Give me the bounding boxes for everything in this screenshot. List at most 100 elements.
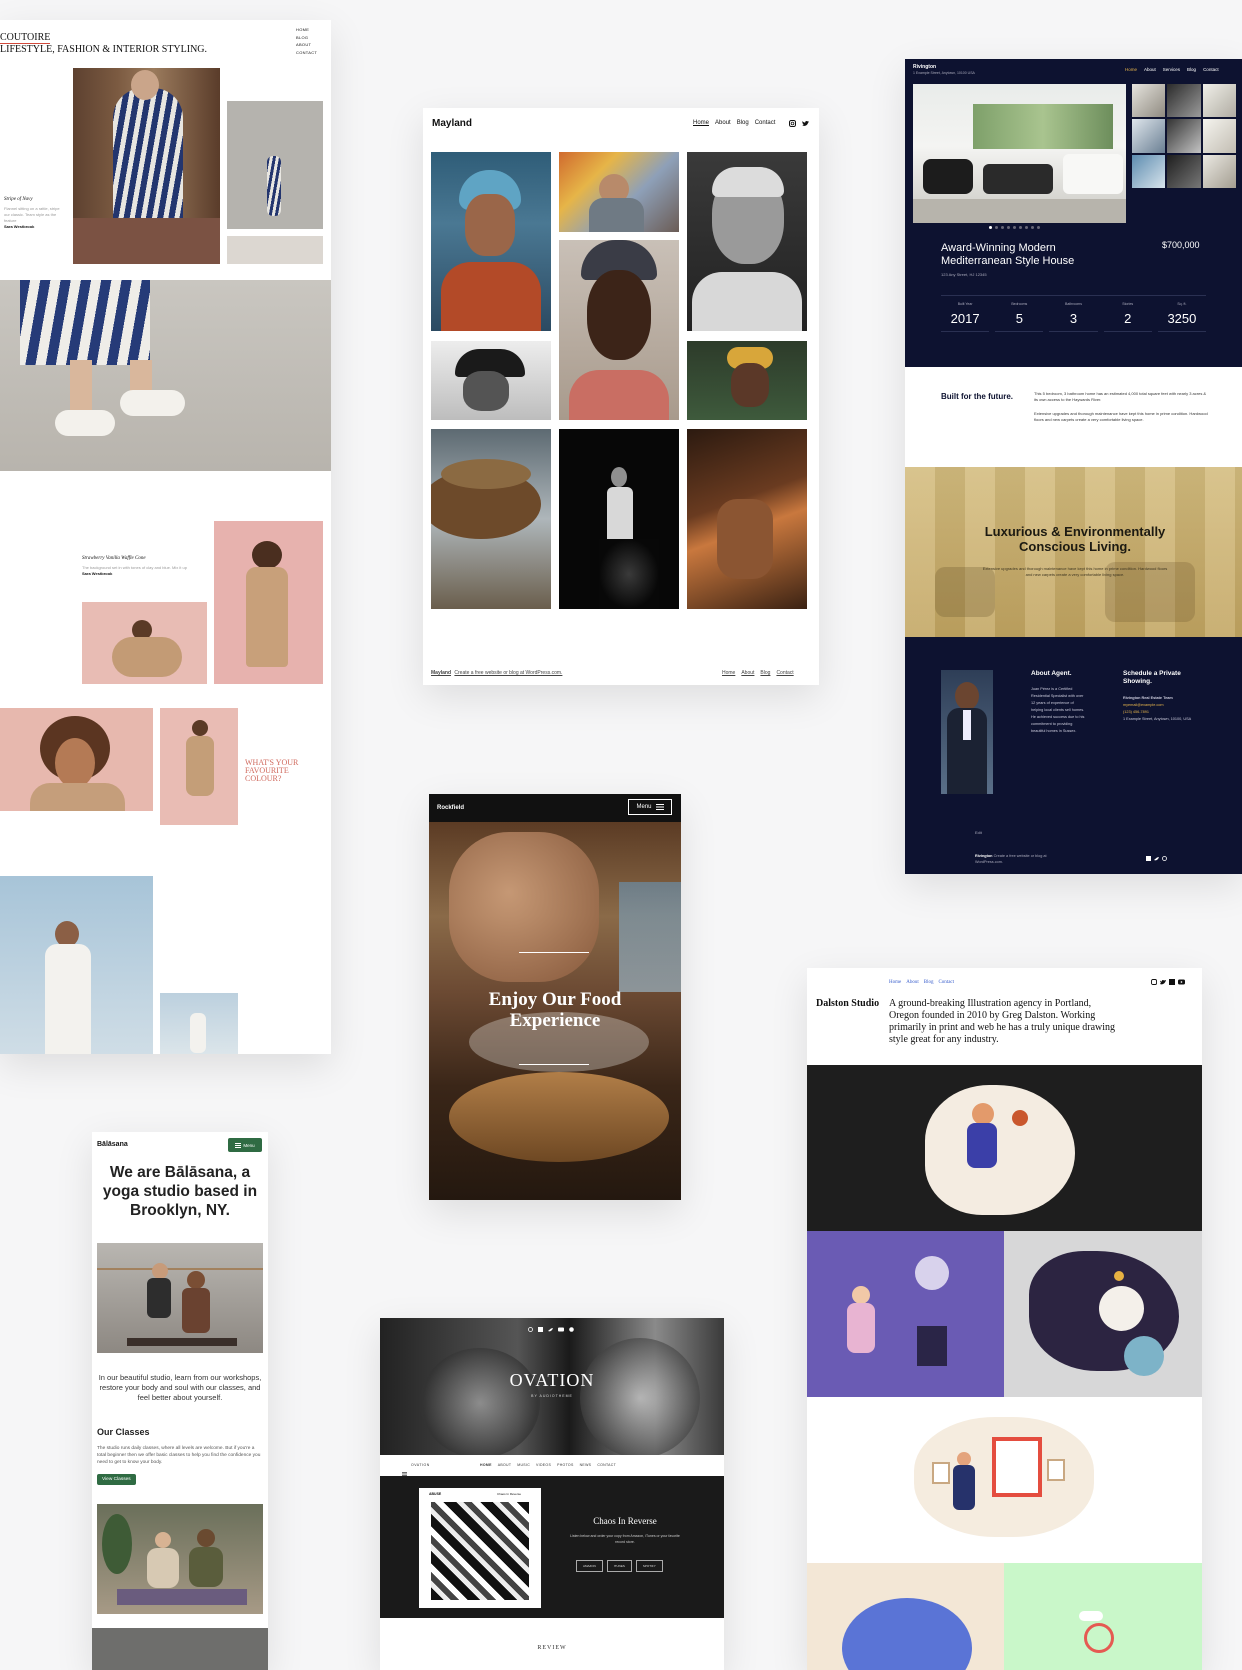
- ovation-nav-contact[interactable]: CONTACT: [597, 1463, 616, 1467]
- rivington-thumb[interactable]: [1202, 84, 1236, 118]
- dalston-nav-home[interactable]: Home: [889, 980, 901, 985]
- mayland-nav-blog[interactable]: Blog: [737, 120, 749, 126]
- facebook-icon[interactable]: [538, 1327, 543, 1332]
- balasana-photo-partner-yoga[interactable]: [97, 1243, 263, 1353]
- rivington-footer-brand[interactable]: Rivington: [975, 854, 993, 858]
- ovation-title[interactable]: OVATION: [380, 1370, 724, 1391]
- coutoire-photo-woman-steps[interactable]: [73, 68, 220, 264]
- ovation-album-cover[interactable]: ABUSE Chaos In Reverse: [419, 1488, 541, 1608]
- coutoire-nav-contact[interactable]: CONTACT: [296, 49, 317, 57]
- mayland-footer-brand[interactable]: Mayland: [431, 670, 451, 676]
- rivington-nav-about[interactable]: About: [1144, 67, 1156, 72]
- spotify-button[interactable]: SPOTIFY: [635, 1560, 663, 1572]
- twitter-icon[interactable]: [548, 1327, 553, 1332]
- schedule-email[interactable]: myemail@example.com: [1123, 702, 1198, 709]
- rivington-nav-home[interactable]: Home: [1125, 67, 1137, 72]
- coutoire-photo-pink-dress[interactable]: [214, 521, 323, 684]
- mayland-photo-young-man-cap[interactable]: [559, 240, 679, 420]
- rockfield-menu-button[interactable]: Menu: [628, 799, 672, 815]
- rivington-thumb[interactable]: [1202, 119, 1236, 153]
- agent-photo[interactable]: [941, 670, 993, 794]
- mayland-photo-painter[interactable]: [559, 152, 679, 232]
- balasana-photo-bottom[interactable]: [92, 1628, 268, 1670]
- coutoire-photo-man-sky[interactable]: [0, 876, 153, 1054]
- coutoire-title[interactable]: COUTOIRE LIFESTYLE, FASHION & INTERIOR S…: [0, 32, 207, 55]
- ovation-nav-about[interactable]: ABOUT: [498, 1463, 512, 1467]
- mayland-footer-blog[interactable]: Blog: [760, 670, 770, 676]
- mayland-photo-old-man-bw[interactable]: [687, 152, 807, 331]
- ovation-nav-music[interactable]: MUSIC: [517, 1463, 530, 1467]
- itunes-button[interactable]: ITUNES: [606, 1560, 632, 1572]
- mayland-footer-link[interactable]: Create a free website or blog at WordPre…: [454, 670, 562, 676]
- rivington-thumb[interactable]: [1132, 154, 1166, 188]
- mayland-footer-home[interactable]: Home: [722, 670, 735, 676]
- dalston-illustration-basketball[interactable]: [807, 1065, 1202, 1231]
- spotify-icon[interactable]: [569, 1327, 574, 1332]
- coutoire-photo-man-small[interactable]: [160, 993, 238, 1054]
- rivington-brand[interactable]: Rivington: [913, 64, 936, 70]
- rivington-nav-contact[interactable]: Contact: [1203, 67, 1219, 72]
- balasana-menu-button[interactable]: Menu: [228, 1138, 262, 1152]
- twitter-icon[interactable]: [1154, 856, 1159, 861]
- ovation-nav-home[interactable]: HOME: [480, 1463, 492, 1467]
- rivington-edit-link[interactable]: Edit: [975, 830, 982, 835]
- rockfield-brand[interactable]: Rockfield: [437, 805, 464, 811]
- dalston-nav-about[interactable]: About: [906, 980, 919, 985]
- mayland-footer-contact[interactable]: Contact: [776, 670, 793, 676]
- mayland-photo-men-dark[interactable]: [559, 429, 679, 609]
- balasana-photo-meditation[interactable]: [97, 1504, 263, 1614]
- coutoire-photo-placeholder[interactable]: [227, 236, 323, 264]
- dalston-nav-contact[interactable]: Contact: [938, 980, 954, 985]
- dalston-illustration-astronaut[interactable]: [1004, 1231, 1202, 1397]
- instagram-icon[interactable]: [1151, 979, 1157, 985]
- instagram-icon[interactable]: [528, 1327, 533, 1332]
- coutoire-photo-legs-sneakers[interactable]: [0, 280, 331, 471]
- rivington-thumb[interactable]: [1132, 84, 1166, 118]
- twitter-icon[interactable]: [802, 120, 809, 127]
- dalston-nav-blog[interactable]: Blog: [924, 980, 934, 985]
- ovation-nav-photos[interactable]: PHOTOS: [557, 1463, 574, 1467]
- twitter-icon[interactable]: [1160, 979, 1166, 985]
- rivington-nav-services[interactable]: Services: [1163, 67, 1180, 72]
- dalston-brand[interactable]: Dalston Studio: [816, 998, 879, 1009]
- rivington-thumb[interactable]: [1167, 154, 1201, 188]
- coutoire-nav-home[interactable]: HOME: [296, 26, 317, 34]
- rivington-thumb[interactable]: [1202, 154, 1236, 188]
- coutoire-photo-grey-wall[interactable]: [227, 101, 323, 229]
- instagram-icon[interactable]: [1162, 856, 1167, 861]
- mayland-photo-woman-colorful[interactable]: [687, 341, 807, 420]
- mayland-nav-home[interactable]: Home: [693, 120, 709, 126]
- rivington-carousel-dots[interactable]: [989, 226, 1040, 229]
- coutoire-nav-blog[interactable]: BLOG: [296, 34, 317, 42]
- mayland-photo-woman-chair[interactable]: [687, 429, 807, 609]
- balasana-view-classes-button[interactable]: View Classes: [97, 1474, 136, 1485]
- youtube-icon[interactable]: [1178, 979, 1185, 985]
- facebook-icon[interactable]: [1169, 979, 1175, 985]
- rivington-hero-photo-living-room[interactable]: [913, 84, 1126, 223]
- instagram-icon[interactable]: [789, 120, 796, 127]
- dalston-illustration-gallery[interactable]: [807, 1397, 1202, 1563]
- mayland-photo-market-baskets[interactable]: [431, 429, 551, 609]
- ovation-brand-small[interactable]: OVATION: [411, 1463, 430, 1467]
- amazon-button[interactable]: AMAZON: [576, 1560, 603, 1572]
- facebook-icon[interactable]: [1146, 856, 1151, 861]
- youtube-icon[interactable]: [558, 1327, 564, 1332]
- rivington-nav-blog[interactable]: Blog: [1187, 67, 1196, 72]
- mayland-nav-contact[interactable]: Contact: [755, 120, 776, 126]
- mayland-photo-cap-profile-bw[interactable]: [431, 341, 551, 420]
- schedule-phone[interactable]: (123) 456-7891: [1123, 709, 1198, 716]
- coutoire-photo-dancing[interactable]: [160, 708, 238, 825]
- mayland-logo[interactable]: Mayland: [432, 118, 472, 129]
- ovation-nav-videos[interactable]: VIDEOS: [536, 1463, 551, 1467]
- mayland-nav-about[interactable]: About: [715, 120, 731, 126]
- balasana-brand[interactable]: Bālāsana: [97, 1141, 128, 1148]
- mayland-photo-woman-headscarf[interactable]: [431, 152, 551, 331]
- dalston-illustration-bicycle[interactable]: [1004, 1563, 1202, 1670]
- rivington-thumb[interactable]: [1167, 84, 1201, 118]
- coutoire-photo-seated-pink[interactable]: [82, 602, 207, 684]
- dalston-illustration-purple-scissors[interactable]: [807, 1231, 1004, 1397]
- ovation-nav-news[interactable]: NEWS: [580, 1463, 592, 1467]
- rivington-thumb[interactable]: [1167, 119, 1201, 153]
- coutoire-nav-about[interactable]: ABOUT: [296, 41, 317, 49]
- dalston-illustration-blue-shapes[interactable]: [807, 1563, 1004, 1670]
